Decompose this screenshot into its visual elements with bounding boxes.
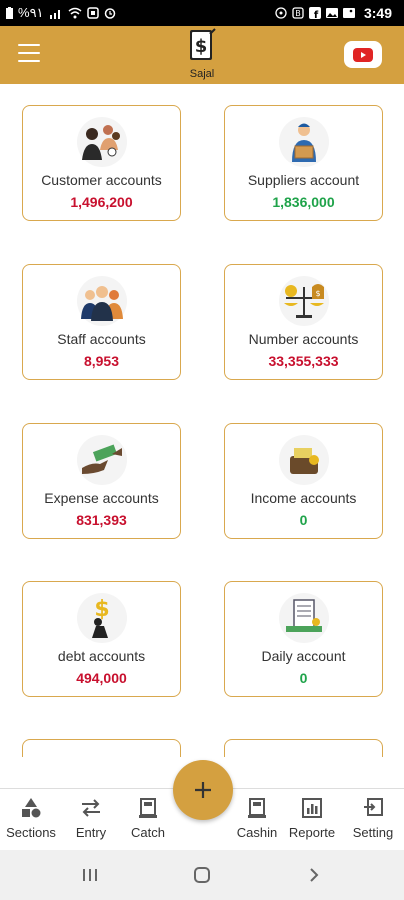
nav-label: Reporte xyxy=(288,825,336,840)
wallet-icon xyxy=(278,435,329,485)
balance-scale-icon: $ xyxy=(278,276,329,326)
card-title: Customer accounts xyxy=(41,172,162,188)
nav-setting[interactable]: Setting xyxy=(348,797,398,840)
nav-catch[interactable]: Catch xyxy=(126,797,170,840)
card-value: 1,496,200 xyxy=(70,194,133,210)
card-partial-right[interactable] xyxy=(224,739,383,757)
card-partial-left[interactable] xyxy=(22,739,181,757)
cash-register-icon xyxy=(248,798,266,818)
nav-cashin[interactable]: Cashin xyxy=(234,797,280,840)
card-staff-accounts[interactable]: Staff accounts 8,953 xyxy=(22,264,181,380)
plus-icon xyxy=(195,782,211,798)
battery-icon xyxy=(6,7,13,19)
register-icon xyxy=(139,798,157,818)
svg-text:f: f xyxy=(314,10,319,19)
daily-report-icon xyxy=(278,593,329,643)
card-title: Staff accounts xyxy=(57,331,146,347)
back-button[interactable] xyxy=(302,864,326,886)
home-icon xyxy=(194,867,210,883)
customers-icon xyxy=(76,117,127,167)
add-button[interactable] xyxy=(173,760,233,820)
card-suppliers-account[interactable]: Suppliers account 1,836,000 xyxy=(224,105,383,221)
youtube-button[interactable] xyxy=(344,41,382,68)
home-button[interactable] xyxy=(190,864,214,886)
card-expense-accounts[interactable]: Expense accounts 831,393 xyxy=(22,423,181,539)
svg-text:$: $ xyxy=(195,36,208,57)
wifi-icon xyxy=(68,7,82,19)
status-time: 3:49 xyxy=(363,5,392,21)
recent-apps-icon xyxy=(83,869,97,881)
recent-apps-button[interactable] xyxy=(78,864,102,886)
delivery-person-icon xyxy=(278,117,329,167)
card-daily-account[interactable]: Daily account 0 xyxy=(224,581,383,697)
nav-label: Catch xyxy=(131,825,165,840)
card-value: 8,953 xyxy=(83,353,120,369)
card-number-accounts[interactable]: $ Number accounts 33,355,333 xyxy=(224,264,383,380)
debt-burden-icon: $ xyxy=(76,593,127,643)
card-title: debt accounts xyxy=(57,648,146,664)
svg-text:$: $ xyxy=(315,289,320,298)
nav-label: Sections xyxy=(6,825,56,840)
status-right: B f 3:49 xyxy=(275,5,392,21)
hamburger-menu-icon[interactable] xyxy=(18,44,40,62)
whatsapp-icon xyxy=(275,7,287,19)
youtube-icon xyxy=(353,47,373,62)
nav-reports[interactable]: Reporte xyxy=(286,797,338,840)
shapes-icon xyxy=(22,798,41,818)
accounts-grid: Customer accounts 1,496,200 Suppliers ac… xyxy=(0,84,404,757)
hand-money-icon xyxy=(76,435,127,485)
card-customer-accounts[interactable]: Customer accounts 1,496,200 xyxy=(22,105,181,221)
bar-chart-icon xyxy=(302,798,322,818)
card-value: 494,000 xyxy=(76,670,127,686)
status-bar: %٩١ B f 3:49 xyxy=(0,0,404,26)
staff-group-icon xyxy=(76,276,127,326)
card-value: 831,393 xyxy=(76,512,127,528)
alarm-icon xyxy=(104,8,115,19)
card-debt-accounts[interactable]: $ debt accounts 494,000 xyxy=(22,581,181,697)
card-title: Income accounts xyxy=(250,490,357,506)
card-value: 1,836,000 xyxy=(272,194,335,210)
nav-label: Entry xyxy=(75,825,107,840)
card-title: Number accounts xyxy=(248,331,359,347)
mute-icon xyxy=(86,7,99,19)
app-bar: $ Sajal xyxy=(0,26,404,84)
card-title: Expense accounts xyxy=(44,490,159,506)
image-icon xyxy=(342,8,355,18)
gallery-icon xyxy=(325,8,338,18)
nav-label: Cashin xyxy=(236,825,278,840)
swap-arrows-icon xyxy=(82,799,100,817)
card-value: 0 xyxy=(299,670,308,686)
chevron-right-icon xyxy=(310,868,319,882)
card-value: 0 xyxy=(299,512,308,528)
signal-icon xyxy=(49,10,60,19)
system-nav-bar xyxy=(0,850,404,900)
facebook-icon: f xyxy=(308,7,321,19)
nav-label: Setting xyxy=(352,825,394,840)
battery-percent: %٩١ xyxy=(18,5,44,20)
settings-icon xyxy=(364,798,383,816)
status-left: %٩١ xyxy=(6,5,116,21)
notification-icon: B xyxy=(292,7,304,19)
svg-text:B: B xyxy=(295,9,301,18)
nav-entry[interactable]: Entry xyxy=(72,797,110,840)
ledger-logo-icon: $ xyxy=(190,28,216,60)
card-value: 33,355,333 xyxy=(268,353,339,369)
app-logo-text: Sajal xyxy=(189,68,215,80)
card-title: Suppliers account xyxy=(247,172,360,188)
app-logo: $ Sajal xyxy=(182,28,222,80)
nav-sections[interactable]: Sections xyxy=(4,797,58,840)
card-title: Daily account xyxy=(261,648,346,664)
card-income-accounts[interactable]: Income accounts 0 xyxy=(224,423,383,539)
